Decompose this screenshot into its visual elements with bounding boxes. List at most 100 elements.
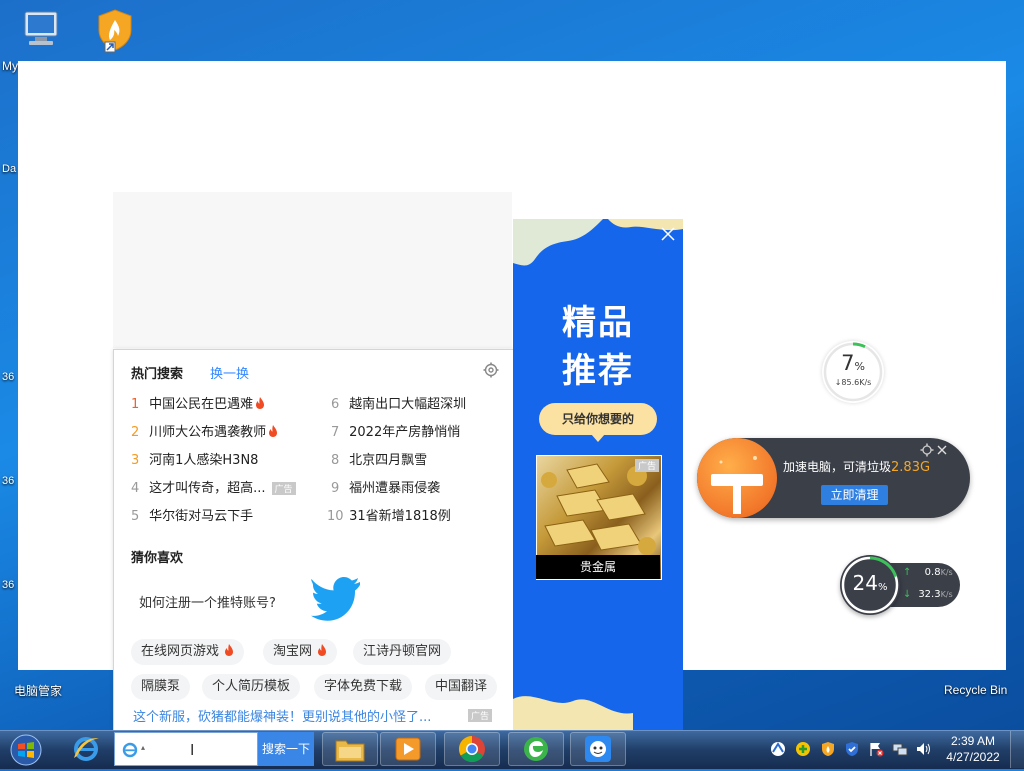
guess-tag[interactable]: 淘宝网	[263, 639, 338, 665]
tray-action-center-icon[interactable]	[868, 741, 884, 757]
gear-icon[interactable]	[483, 362, 499, 378]
hot-search-text: 越南出口大幅超深圳	[349, 397, 467, 412]
search-input[interactable]: ▴ I	[114, 732, 258, 766]
download-arrow-icon: ↓	[903, 589, 912, 600]
hot-search-item[interactable]: 5 华尔街对马云下手	[131, 505, 253, 524]
hot-search-item[interactable]: 6 越南出口大幅超深圳	[331, 393, 466, 412]
guess-tag-text: 江诗丹顿官网	[363, 644, 442, 659]
net-unit: %	[877, 582, 888, 593]
ad-wave-decoration	[513, 219, 683, 266]
hot-search-text: 中国公民在巴遇难	[149, 397, 254, 412]
ad-headline: 精品	[562, 303, 634, 343]
desktop-icon-computer[interactable]	[4, 6, 74, 56]
hot-search-item[interactable]: 3 河南1人感染H3N8	[131, 449, 258, 468]
desktop-icon-recycle-bin-label[interactable]: Recycle Bin	[944, 683, 1007, 697]
ie-icon	[122, 742, 138, 758]
refresh-link[interactable]: 换一换	[210, 363, 249, 382]
tray-clock[interactable]: 2:39 AM 4/27/2022	[940, 733, 1006, 765]
media-player-icon	[395, 737, 421, 761]
guess-tag[interactable]: 字体免费下载	[314, 674, 413, 700]
guess-tag[interactable]: 在线网页游戏	[131, 639, 245, 665]
clock-date: 4/27/2022	[946, 750, 1000, 764]
close-icon[interactable]	[936, 444, 948, 456]
hot-search-item[interactable]: 9 福州遭暴雨侵袭	[331, 477, 440, 496]
taskbar-pc-manager[interactable]	[570, 732, 626, 766]
guess-tag-text: 中国翻译	[435, 679, 488, 694]
desktop-icon-fragment[interactable]: 36	[2, 579, 14, 591]
ad-wave-decoration	[513, 696, 633, 733]
clean-amount: 2.83G	[891, 460, 931, 475]
rank-number: 5	[131, 509, 140, 524]
guess-tag[interactable]: 江诗丹顿官网	[353, 639, 452, 665]
gear-icon[interactable]	[920, 443, 934, 457]
folder-icon	[335, 740, 365, 762]
close-icon[interactable]	[661, 227, 675, 241]
rank-number: 1	[131, 397, 140, 412]
guess-tag[interactable]: 隔膜泵	[131, 674, 191, 700]
desktop-icon-fragment[interactable]: 36	[2, 475, 14, 487]
promo-link-text: 这个新服，砍猪都能爆神装！更别说其他的小怪了...	[133, 710, 432, 725]
hot-search-item[interactable]: 8 北京四月飘雪	[331, 449, 427, 468]
hot-search-item[interactable]: 1 中国公民在巴遇难	[131, 393, 265, 412]
guess-tag-text: 淘宝网	[273, 644, 313, 659]
ie-icon	[74, 737, 99, 761]
clean-message-text: 加速电脑，可清垃圾	[783, 460, 892, 474]
desktop-icon-pc-manager-label[interactable]: 电脑管家	[14, 682, 62, 699]
promo-link[interactable]: 这个新服，砍猪都能爆神装！更别说其他的小怪了...	[133, 706, 431, 725]
guess-title: 猜你喜欢	[131, 551, 184, 566]
network-widget[interactable]: 24% ↑ 0.8K/s ↓ 32.3K/s	[840, 555, 962, 615]
search-button[interactable]: 搜索一下	[258, 732, 314, 766]
show-desktop-button[interactable]	[1010, 731, 1024, 768]
chevron-down-icon[interactable]: ▴	[141, 743, 145, 752]
tray-security-shield-icon[interactable]	[844, 741, 860, 757]
ad-banner[interactable]: 精品 推荐 只给你想要的 广告 贵金属	[513, 219, 683, 733]
speed-percent: 7	[841, 351, 855, 375]
net-rate-unit: K/s	[940, 590, 953, 599]
taskbar-media-player[interactable]	[380, 732, 436, 766]
clean-now-button[interactable]: 立即清理	[821, 485, 888, 505]
tray-shield-flame-icon[interactable]	[820, 741, 836, 757]
tray-volume-icon[interactable]	[915, 741, 931, 757]
guess-tag[interactable]: 中国翻译	[425, 674, 498, 700]
tray-qq-icon[interactable]	[770, 741, 786, 757]
desktop-icon-shield[interactable]	[80, 6, 150, 56]
text-cursor-icon: I	[190, 741, 195, 759]
panel-blank-area	[113, 192, 512, 348]
rank-number: 7	[331, 425, 340, 440]
rank-number: 9	[331, 481, 340, 496]
hot-search-text: 华尔街对马云下手	[149, 509, 254, 524]
taskbar-explorer[interactable]	[322, 732, 378, 766]
taskbar-ie[interactable]	[58, 732, 114, 766]
net-percent: 24	[852, 571, 878, 595]
twitter-bird-icon	[309, 572, 361, 624]
computer-icon	[15, 6, 63, 54]
clean-message: 加速电脑，可清垃圾2.83G	[783, 458, 930, 475]
guess-tag[interactable]: 个人简历模板	[202, 674, 301, 700]
rank-number: 6	[331, 397, 340, 412]
hot-search-item[interactable]: 4 这才叫传奇，超高... 广告	[131, 477, 296, 496]
hot-search-text: 这才叫传奇，超高...	[149, 481, 266, 496]
desktop-icon-fragment[interactable]: Da	[2, 163, 16, 175]
clean-widget: 加速电脑，可清垃圾2.83G 立即清理	[697, 438, 970, 518]
rank-number: 10	[327, 509, 344, 524]
ad-badge: 广告	[271, 482, 296, 495]
fire-icon	[225, 644, 234, 656]
taskbar-chrome[interactable]	[444, 732, 500, 766]
ad-badge: 广告	[634, 459, 659, 472]
hot-search-text: 河南1人感染H3N8	[149, 453, 259, 468]
speed-widget[interactable]: 7% ↓85.6K/s	[822, 341, 884, 403]
hot-search-item[interactable]: 2 川师大公布遇袭教师	[131, 421, 278, 440]
guess-question-link[interactable]: 如何注册一个推特账号?	[139, 592, 276, 611]
taskbar-360-browser[interactable]	[508, 732, 564, 766]
hot-search-item[interactable]: 7 2022年产房静悄悄	[331, 421, 460, 440]
rank-number: 2	[131, 425, 140, 440]
fire-icon	[256, 397, 265, 409]
start-button[interactable]	[6, 733, 46, 767]
tray-network-icon[interactable]	[892, 741, 908, 757]
hot-search-item[interactable]: 10 31省新增1818例	[327, 505, 451, 524]
browser-360-icon	[524, 737, 548, 761]
tray-360-plus-icon[interactable]	[795, 741, 811, 757]
hot-search-text: 2022年产房静悄悄	[349, 425, 461, 440]
speed-rate: ↓85.6K/s	[834, 378, 872, 387]
desktop-icon-fragment[interactable]: 36	[2, 371, 14, 383]
